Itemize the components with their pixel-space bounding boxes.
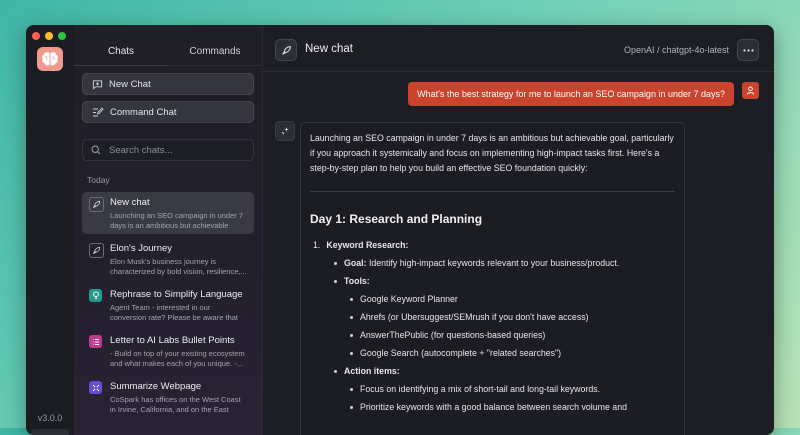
command-chat-icon	[93, 106, 104, 116]
tool-item: Ahrefs (or Ubersuggest/SEMrush if you do…	[360, 312, 589, 322]
command-chat-button[interactable]: Command Chat	[82, 101, 254, 123]
chat-title: Rephrase to Simplify Language	[110, 289, 243, 300]
chat-title: New chat	[110, 197, 150, 208]
tab-divider	[168, 65, 262, 66]
chat-title: Letter to AI Labs Bullet Points	[110, 335, 235, 346]
answer-step: 1. Keyword Research:	[310, 240, 675, 250]
chat-preview: - Build on top of your existing ecosyste…	[110, 349, 245, 368]
rocket-icon[interactable]	[275, 39, 297, 61]
answer-subbullet: Ahrefs (or Ubersuggest/SEMrush if you do…	[310, 312, 675, 322]
bullet-marker	[350, 298, 353, 301]
active-tab-indicator	[74, 65, 168, 66]
tool-item: AnswerThePublic (for questions-based que…	[360, 330, 546, 340]
minimize-window-button[interactable]	[45, 32, 53, 40]
new-chat-label: New Chat	[109, 78, 151, 90]
app-version: v3.0.0	[37, 413, 63, 423]
new-chat-button[interactable]: New Chat	[82, 73, 254, 95]
ellipsis-icon	[742, 48, 754, 52]
rocket-icon	[89, 243, 104, 258]
chat-list-item[interactable]: Summarize Webpage CoSpark has offices on…	[82, 376, 254, 418]
answer-bullet: Goal: Identify high-impact keywords rele…	[310, 258, 675, 268]
answer-section-title: Day 1: Research and Planning	[310, 212, 483, 226]
answer-subbullet: AnswerThePublic (for questions-based que…	[310, 330, 675, 340]
search-input[interactable]	[107, 143, 251, 157]
rail-bottom-tab[interactable]	[31, 429, 69, 435]
bullet-marker	[334, 280, 337, 283]
bullet-marker	[350, 334, 353, 337]
chat-preview: Elon Musk's business journey is characte…	[110, 257, 247, 276]
maximize-window-button[interactable]	[58, 32, 66, 40]
assistant-message: Launching an SEO campaign in under 7 day…	[300, 122, 685, 435]
answer-intro: Launching an SEO campaign in under 7 day…	[310, 133, 674, 173]
user-message: What's the best strategy for me to launc…	[408, 82, 734, 106]
command-chat-label: Command Chat	[110, 106, 177, 118]
chat-preview: Agent Team - interested in our conversio…	[110, 303, 238, 322]
app-rail: v3.0.0	[26, 25, 75, 435]
brain-logo-icon	[37, 47, 63, 71]
chat-title-heading: New chat	[305, 43, 353, 55]
window-controls	[32, 32, 66, 40]
goal-label: Goal:	[344, 258, 367, 268]
more-options-button[interactable]	[737, 39, 759, 61]
tool-item: Google Keyword Planner	[360, 294, 458, 304]
chat-list-item[interactable]: Elon's Journey Elon Musk's business jour…	[82, 238, 254, 280]
answer-subbullet: Focus on identifying a mix of short-tail…	[310, 384, 675, 394]
chat-title: Summarize Webpage	[110, 381, 202, 392]
action-item: Focus on identifying a mix of short-tail…	[360, 384, 601, 394]
rocket-icon	[89, 197, 104, 212]
chat-search	[82, 139, 254, 161]
close-window-button[interactable]	[32, 32, 40, 40]
bullet-marker	[350, 316, 353, 319]
bulb-icon	[89, 289, 102, 302]
user-avatar-icon	[742, 82, 759, 99]
chat-header: New chat OpenAI / chatgpt-4o-latest	[263, 25, 774, 72]
chat-sidebar: Chats Commands New Chat Command Chat Sea…	[74, 25, 263, 435]
chat-preview: CoSpark has offices on the West Coast in…	[110, 395, 241, 414]
app-window: v3.0.0 Chats Commands New Chat Command C…	[26, 25, 774, 435]
bullet-marker	[350, 406, 353, 409]
answer-bullet: Tools:	[310, 276, 675, 286]
bullet-marker	[334, 262, 337, 265]
chat-list-item[interactable]: New chat Launching an SEO campaign in un…	[82, 192, 254, 234]
chat-title: Elon's Journey	[110, 243, 173, 254]
assistant-avatar-icon	[275, 121, 295, 141]
sidebar-tabs: Chats Commands	[74, 37, 262, 65]
section-label-today: Today	[87, 175, 110, 185]
tab-chats[interactable]: Chats	[74, 37, 168, 65]
answer-subbullet: Google Search (autocomplete + "related s…	[310, 348, 675, 358]
chat-list-item[interactable]: Letter to AI Labs Bullet Points - Build …	[82, 330, 254, 372]
bullet-marker	[350, 352, 353, 355]
answer-subbullet: Google Keyword Planner	[310, 294, 675, 304]
divider	[310, 191, 675, 192]
tool-item: Google Search (autocomplete + "related s…	[360, 348, 562, 358]
answer-subbullet: Prioritize keywords with a good balance …	[310, 402, 675, 412]
bullet-marker	[334, 370, 337, 373]
bullet-marker	[350, 388, 353, 391]
actions-label: Action items:	[344, 366, 400, 376]
action-item: Prioritize keywords with a good balance …	[360, 402, 627, 412]
answer-bullet: Action items:	[310, 366, 675, 376]
goal-text: Identify high-impact keywords relevant t…	[368, 258, 620, 268]
shrink-icon	[89, 381, 102, 394]
model-selector[interactable]: OpenAI / chatgpt-4o-latest	[624, 45, 729, 55]
step-title: Keyword Research:	[326, 240, 409, 250]
chat-preview: Launching an SEO campaign in under 7 day…	[110, 211, 244, 230]
step-number: 1.	[313, 240, 321, 250]
new-chat-icon	[92, 79, 103, 90]
chat-main: New chat OpenAI / chatgpt-4o-latest What…	[263, 25, 774, 435]
list-icon	[89, 335, 102, 348]
search-icon	[91, 145, 101, 155]
tools-label: Tools:	[344, 276, 370, 286]
tab-commands[interactable]: Commands	[168, 37, 262, 65]
chat-list-item[interactable]: Rephrase to Simplify Language Agent Team…	[82, 284, 254, 326]
